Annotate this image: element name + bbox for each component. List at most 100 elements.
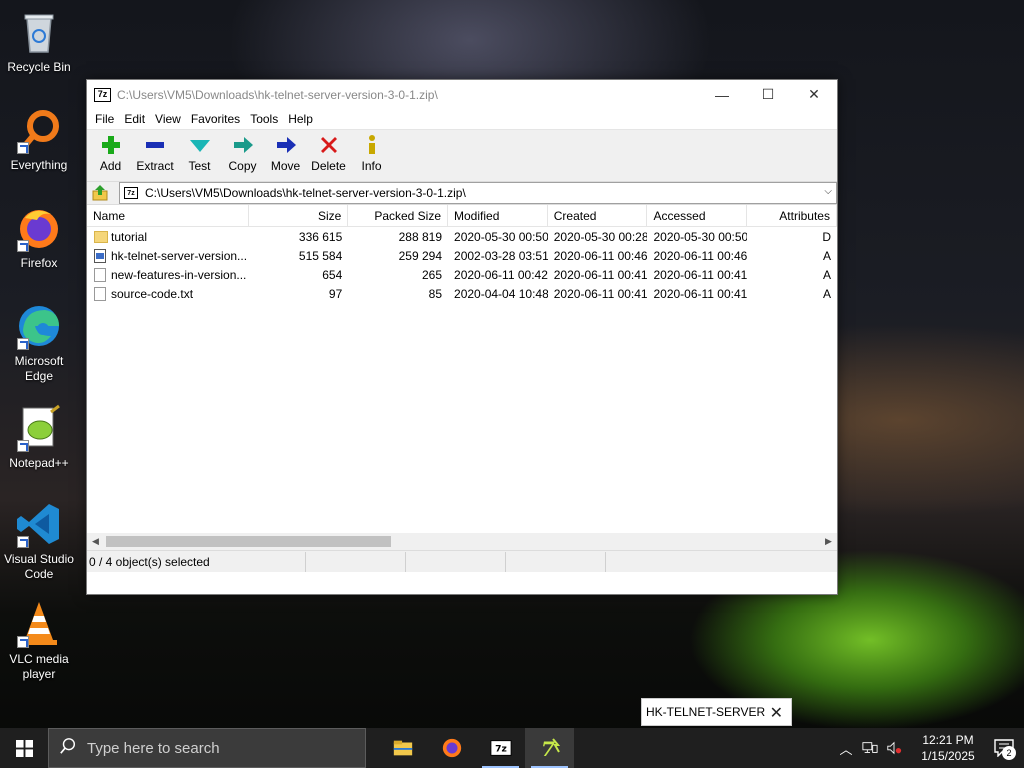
network-icon[interactable] [858,741,882,755]
taskbar-file-explorer[interactable] [378,728,427,768]
address-bar: 7z C:\Users\VM5\Downloads\hk-telnet-serv… [87,181,837,205]
scroll-thumb[interactable] [106,536,391,547]
taskbar-7zip[interactable]: 7z [476,728,525,768]
delete-button[interactable]: Delete [307,130,350,180]
row-size: 97 [328,286,343,301]
test-button[interactable]: Test [178,130,221,180]
folder-icon [393,740,412,756]
firefox-icon [15,204,63,252]
menu-tools[interactable]: Tools [245,112,283,126]
7zip-file-manager-window: 7z C:\Users\VM5\Downloads\hk-telnet-serv… [86,79,838,595]
desktop-icon-vlc[interactable]: VLC media player [4,600,74,682]
taskbar-hk-telnet-server[interactable]: 7 [525,728,574,768]
row-accessed: 2020-06-11 00:41 [653,286,748,301]
scroll-left-icon[interactable]: ◀ [87,533,104,550]
taskbar-firefox[interactable] [427,728,476,768]
desktop-icon-vscode[interactable]: Visual Studio Code [4,500,74,582]
chevron-down-icon[interactable]: ⌵ [824,186,832,197]
svg-text:7z: 7z [495,744,507,755]
title-bar[interactable]: 7z C:\Users\VM5\Downloads\hk-telnet-serv… [87,80,837,109]
archive-icon: 7z [124,187,138,199]
scroll-track[interactable] [104,533,820,550]
column-header-attributes[interactable]: Attributes [747,205,837,227]
column-header-size[interactable]: Size [249,205,349,227]
desktop-icon-recycle-bin[interactable]: Recycle Bin [4,8,74,75]
copy-button[interactable]: Copy [221,130,264,180]
menu-view[interactable]: View [150,112,186,126]
row-packed-size: 265 [421,267,443,282]
close-icon[interactable]: ✕ [770,703,783,723]
search-placeholder: Type here to search [87,739,220,757]
notepadpp-icon [15,404,63,452]
info-button[interactable]: Info [350,130,393,180]
scroll-right-icon[interactable]: ▶ [820,533,837,550]
column-header-name[interactable]: Name [87,205,249,227]
column-header-modified[interactable]: Modified [448,205,548,227]
menu-favorites[interactable]: Favorites [186,112,245,126]
everything-search-icon [15,106,63,154]
row-created: 2020-06-11 00:46 [553,248,648,263]
taskbar-search-box[interactable]: Type here to search [48,728,366,768]
row-name: source-code.txt [111,286,194,301]
shortcut-arrow-icon [17,240,29,252]
info-label: Info [361,159,382,173]
x-icon [317,134,341,156]
menu-file[interactable]: File [90,112,119,126]
copy-arrow-icon [231,134,255,156]
row-modified: 2002-03-28 03:51 [454,248,548,263]
desktop-icon-label: Recycle Bin [7,60,71,74]
row-packed-size: 259 294 [398,248,443,263]
table-row[interactable]: new-features-in-version... 654 265 2020-… [87,265,837,284]
desktop-icon-everything[interactable]: Everything [4,106,74,173]
desktop-icon-firefox[interactable]: Firefox [4,204,74,271]
move-arrow-icon [274,134,298,156]
column-header-created[interactable]: Created [548,205,648,227]
desktop-icon-edge[interactable]: Microsoft Edge [4,302,74,384]
taskbar-preview-tooltip[interactable]: HK-TELNET-SERVER ✕ [641,698,792,726]
windows-logo-icon [15,739,33,757]
recycle-bin-icon [15,8,63,56]
minimize-button[interactable]: — [699,80,745,109]
extract-label: Extract [136,159,174,173]
vscode-icon [15,500,63,548]
extract-button[interactable]: Extract [132,130,178,180]
info-icon [360,134,384,156]
table-row[interactable]: source-code.txt 97 85 2020-04-04 10:48 2… [87,284,837,303]
window-title: C:\Users\VM5\Downloads\hk-telnet-server-… [117,87,438,102]
column-header-accessed[interactable]: Accessed [647,205,748,227]
firefox-icon [442,738,461,758]
taskbar: Type here to search 7z 7 ︿ 12:21 PM 1/15… [0,728,1024,768]
row-attributes: A [822,267,831,282]
volume-muted-icon[interactable] [882,741,906,755]
hk-telnet-server-icon: 7 [541,737,560,760]
close-button[interactable]: ✕ [791,80,837,109]
plus-icon [99,134,123,156]
maximize-button[interactable]: ☐ [745,80,791,109]
column-header-packed-size[interactable]: Packed Size [348,205,449,227]
desktop-icon-notepadpp[interactable]: Notepad++ [4,404,74,471]
address-path: C:\Users\VM5\Downloads\hk-telnet-server-… [145,186,466,200]
row-modified: 2020-06-11 00:42 [454,267,548,282]
folder-icon [94,230,108,243]
chevron-up-icon[interactable]: ︿ [834,739,858,758]
copy-label: Copy [228,159,257,173]
table-row[interactable]: tutorial 336 615 288 819 2020-05-30 00:5… [87,227,837,246]
address-combobox[interactable]: 7z C:\Users\VM5\Downloads\hk-telnet-serv… [119,182,837,204]
action-center-button[interactable]: 2 [984,728,1024,768]
menu-edit[interactable]: Edit [119,112,150,126]
shortcut-arrow-icon [17,536,29,548]
folder-up-icon[interactable] [91,184,109,202]
horizontal-scrollbar[interactable]: ◀ ▶ [87,533,837,550]
table-row[interactable]: hk-telnet-server-version... 515 584 259 … [87,246,837,265]
system-tray: ︿ 12:21 PM 1/15/2025 2 [834,728,1024,768]
row-name: tutorial [111,229,148,244]
menu-help[interactable]: Help [283,112,318,126]
system-clock[interactable]: 12:21 PM 1/15/2025 [912,732,984,764]
move-label: Move [270,159,301,173]
search-icon [59,737,77,759]
move-button[interactable]: Move [264,130,307,180]
start-button[interactable] [0,728,48,768]
add-button[interactable]: Add [89,130,132,180]
clock-time: 12:21 PM [922,733,974,747]
row-accessed: 2020-06-11 00:46 [653,248,748,263]
